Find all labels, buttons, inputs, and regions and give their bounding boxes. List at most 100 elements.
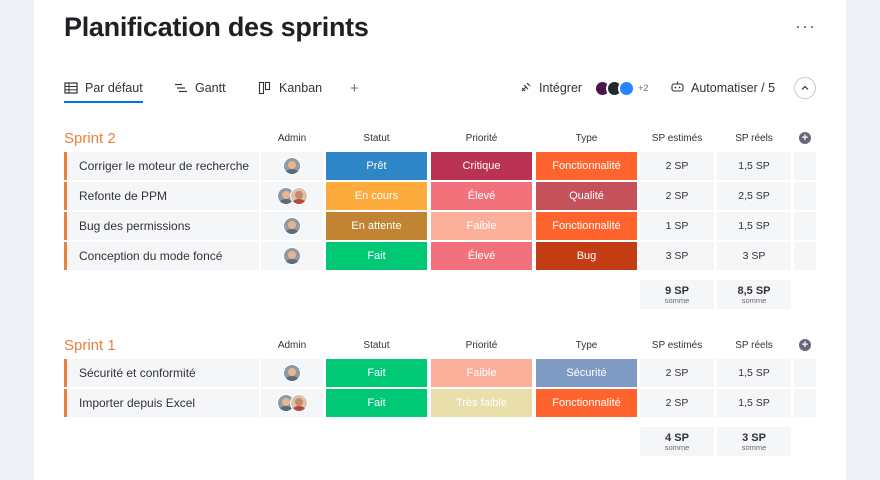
sum-value: 9 SP bbox=[665, 284, 689, 297]
status-pill[interactable]: En cours bbox=[326, 182, 427, 210]
sum-label: somme bbox=[664, 295, 690, 305]
row-end-cell bbox=[794, 212, 816, 240]
sp-real-value[interactable]: 1,5 SP bbox=[717, 212, 791, 240]
more-options-icon[interactable]: ··· bbox=[795, 16, 816, 37]
col-type-header[interactable]: Type bbox=[536, 340, 637, 351]
group-title[interactable]: Sprint 2 bbox=[64, 130, 116, 147]
avatar bbox=[283, 157, 301, 175]
priority-pill[interactable]: Faible bbox=[431, 359, 532, 387]
table-row[interactable]: Corriger le moteur de recherche Prêt Criti… bbox=[64, 152, 816, 180]
col-priority-header[interactable]: Priorité bbox=[431, 340, 532, 351]
tab-gantt[interactable]: Gantt bbox=[174, 74, 226, 102]
sum-label: somme bbox=[741, 295, 767, 305]
col-type-header[interactable]: Type bbox=[536, 133, 637, 144]
table-row[interactable]: Conception du mode foncé Fait Élevé Bug 3 SP… bbox=[64, 242, 816, 270]
sp-estimated-value[interactable]: 3 SP bbox=[640, 242, 714, 270]
integrate-button[interactable]: Intégrer +2 bbox=[519, 74, 648, 102]
type-pill[interactable]: Qualité bbox=[536, 182, 637, 210]
status-pill[interactable]: Fait bbox=[326, 359, 427, 387]
admin-cell[interactable] bbox=[261, 152, 323, 180]
type-pill[interactable]: Sécurité bbox=[536, 359, 637, 387]
group-title[interactable]: Sprint 1 bbox=[64, 337, 116, 354]
jira-icon bbox=[618, 79, 636, 97]
status-pill[interactable]: En attente bbox=[326, 212, 427, 240]
row-end-cell bbox=[794, 182, 816, 210]
group-sprint: Sprint 1 Admin Statut Priorité Type SP estimé… bbox=[64, 337, 816, 480]
priority-pill[interactable]: Élevé bbox=[431, 242, 532, 270]
table-row[interactable]: Importer depuis Excel Fait Très faible Fonc… bbox=[64, 389, 816, 417]
type-pill[interactable]: Fonctionnalité bbox=[536, 152, 637, 180]
sp-estimated-value[interactable]: 2 SP bbox=[640, 152, 714, 180]
sp-real-value[interactable]: 3 SP bbox=[717, 242, 791, 270]
add-view-button[interactable]: + bbox=[350, 74, 359, 102]
col-priority-header[interactable]: Priorité bbox=[431, 133, 532, 144]
sum-sp-estimated: 9 SP somme bbox=[640, 280, 714, 309]
table-row[interactable]: Refonte de PPM En cours Élevé Qualité 2 SP 2,… bbox=[64, 182, 816, 210]
tab-label: Par défaut bbox=[85, 81, 143, 95]
sp-estimated-value[interactable]: 2 SP bbox=[640, 182, 714, 210]
priority-pill[interactable]: Faible bbox=[431, 212, 532, 240]
type-pill[interactable]: Fonctionnalité bbox=[536, 212, 637, 240]
automate-label: Automatiser / 5 bbox=[691, 81, 776, 95]
item-name[interactable]: Conception du mode foncé bbox=[64, 242, 259, 270]
col-admin-header[interactable]: Admin bbox=[261, 340, 323, 351]
tab-default[interactable]: Par défaut bbox=[64, 74, 143, 103]
row-end-cell bbox=[794, 242, 816, 270]
chevron-up-icon bbox=[794, 77, 816, 99]
item-name[interactable]: Bug des permissions bbox=[64, 212, 259, 240]
col-status-header[interactable]: Statut bbox=[326, 340, 427, 351]
col-status-header[interactable]: Statut bbox=[326, 133, 427, 144]
admin-cell[interactable] bbox=[261, 182, 323, 210]
tab-kanban[interactable]: Kanban bbox=[258, 74, 322, 102]
item-name[interactable]: Sécurité et conformité bbox=[64, 359, 259, 387]
col-sp-real-header[interactable]: SP réels bbox=[717, 340, 791, 351]
status-pill[interactable]: Fait bbox=[326, 242, 427, 270]
tab-label: Gantt bbox=[195, 81, 226, 95]
add-column-icon[interactable]: + bbox=[799, 132, 811, 144]
sum-sp-real: 8,5 SP somme bbox=[717, 280, 791, 309]
admin-cell[interactable] bbox=[261, 212, 323, 240]
sum-value: 8,5 SP bbox=[737, 284, 771, 297]
sum-label: somme bbox=[664, 442, 690, 452]
col-admin-header[interactable]: Admin bbox=[261, 133, 323, 144]
sum-sp-estimated: 4 SP somme bbox=[640, 427, 714, 456]
sp-real-value[interactable]: 1,5 SP bbox=[717, 389, 791, 417]
admin-cell[interactable] bbox=[261, 359, 323, 387]
sp-real-value[interactable]: 2,5 SP bbox=[717, 182, 791, 210]
col-sp-real-header[interactable]: SP réels bbox=[717, 133, 791, 144]
priority-pill[interactable]: Critique bbox=[431, 152, 532, 180]
item-name[interactable]: Refonte de PPM bbox=[64, 182, 259, 210]
type-pill[interactable]: Fonctionnalité bbox=[536, 389, 637, 417]
robot-icon bbox=[670, 80, 685, 97]
gantt-icon bbox=[174, 81, 188, 95]
automate-button[interactable]: Automatiser / 5 bbox=[670, 74, 775, 102]
table-row[interactable]: Sécurité et conformité Fait Faible Sécurité… bbox=[64, 359, 816, 387]
priority-pill[interactable]: Élevé bbox=[431, 182, 532, 210]
table-row[interactable]: Bug des permissions En attente Faible Fonct… bbox=[64, 212, 816, 240]
admin-cell[interactable] bbox=[261, 389, 323, 417]
sp-estimated-value[interactable]: 2 SP bbox=[640, 359, 714, 387]
integrate-icon bbox=[519, 80, 533, 97]
sp-estimated-value[interactable]: 2 SP bbox=[640, 389, 714, 417]
admin-cell[interactable] bbox=[261, 242, 323, 270]
group-sprint: Sprint 2 Admin Statut Priorité Type SP estimé… bbox=[64, 130, 816, 340]
sp-real-value[interactable]: 1,5 SP bbox=[717, 359, 791, 387]
status-pill[interactable]: Prêt bbox=[326, 152, 427, 180]
item-name[interactable]: Corriger le moteur de recherche bbox=[64, 152, 259, 180]
col-sp-estimated-header[interactable]: SP estimés bbox=[640, 133, 714, 144]
view-toolbar: Par défaut Gantt Kanban + Intégrer +2 Au… bbox=[64, 74, 816, 104]
type-pill[interactable]: Bug bbox=[536, 242, 637, 270]
more-integrations-count: +2 bbox=[638, 83, 649, 93]
item-name[interactable]: Importer depuis Excel bbox=[64, 389, 259, 417]
avatar bbox=[283, 247, 301, 265]
col-sp-estimated-header[interactable]: SP estimés bbox=[640, 340, 714, 351]
add-column-icon[interactable]: + bbox=[799, 339, 811, 351]
row-end-cell bbox=[794, 152, 816, 180]
sp-estimated-value[interactable]: 1 SP bbox=[640, 212, 714, 240]
priority-pill[interactable]: Très faible bbox=[431, 389, 532, 417]
integration-apps: +2 bbox=[594, 79, 649, 97]
sum-value: 3 SP bbox=[742, 431, 766, 444]
collapse-button[interactable] bbox=[794, 74, 816, 102]
sp-real-value[interactable]: 1,5 SP bbox=[717, 152, 791, 180]
status-pill[interactable]: Fait bbox=[326, 389, 427, 417]
